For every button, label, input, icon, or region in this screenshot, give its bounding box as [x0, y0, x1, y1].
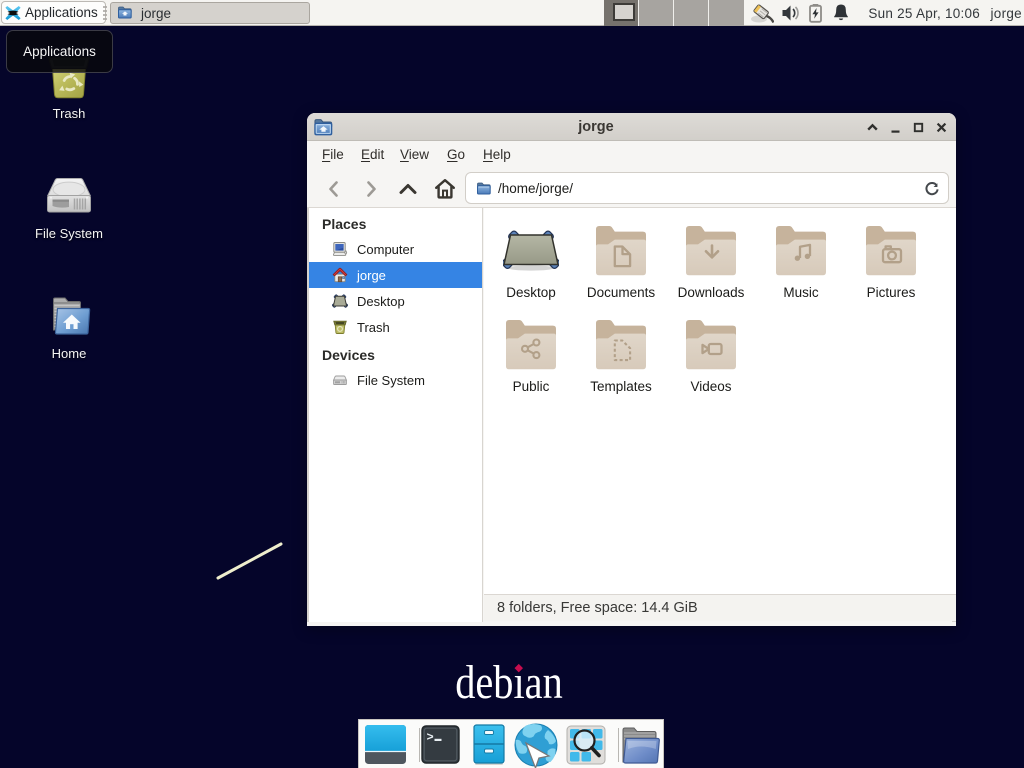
svg-text:>: > [427, 731, 434, 745]
